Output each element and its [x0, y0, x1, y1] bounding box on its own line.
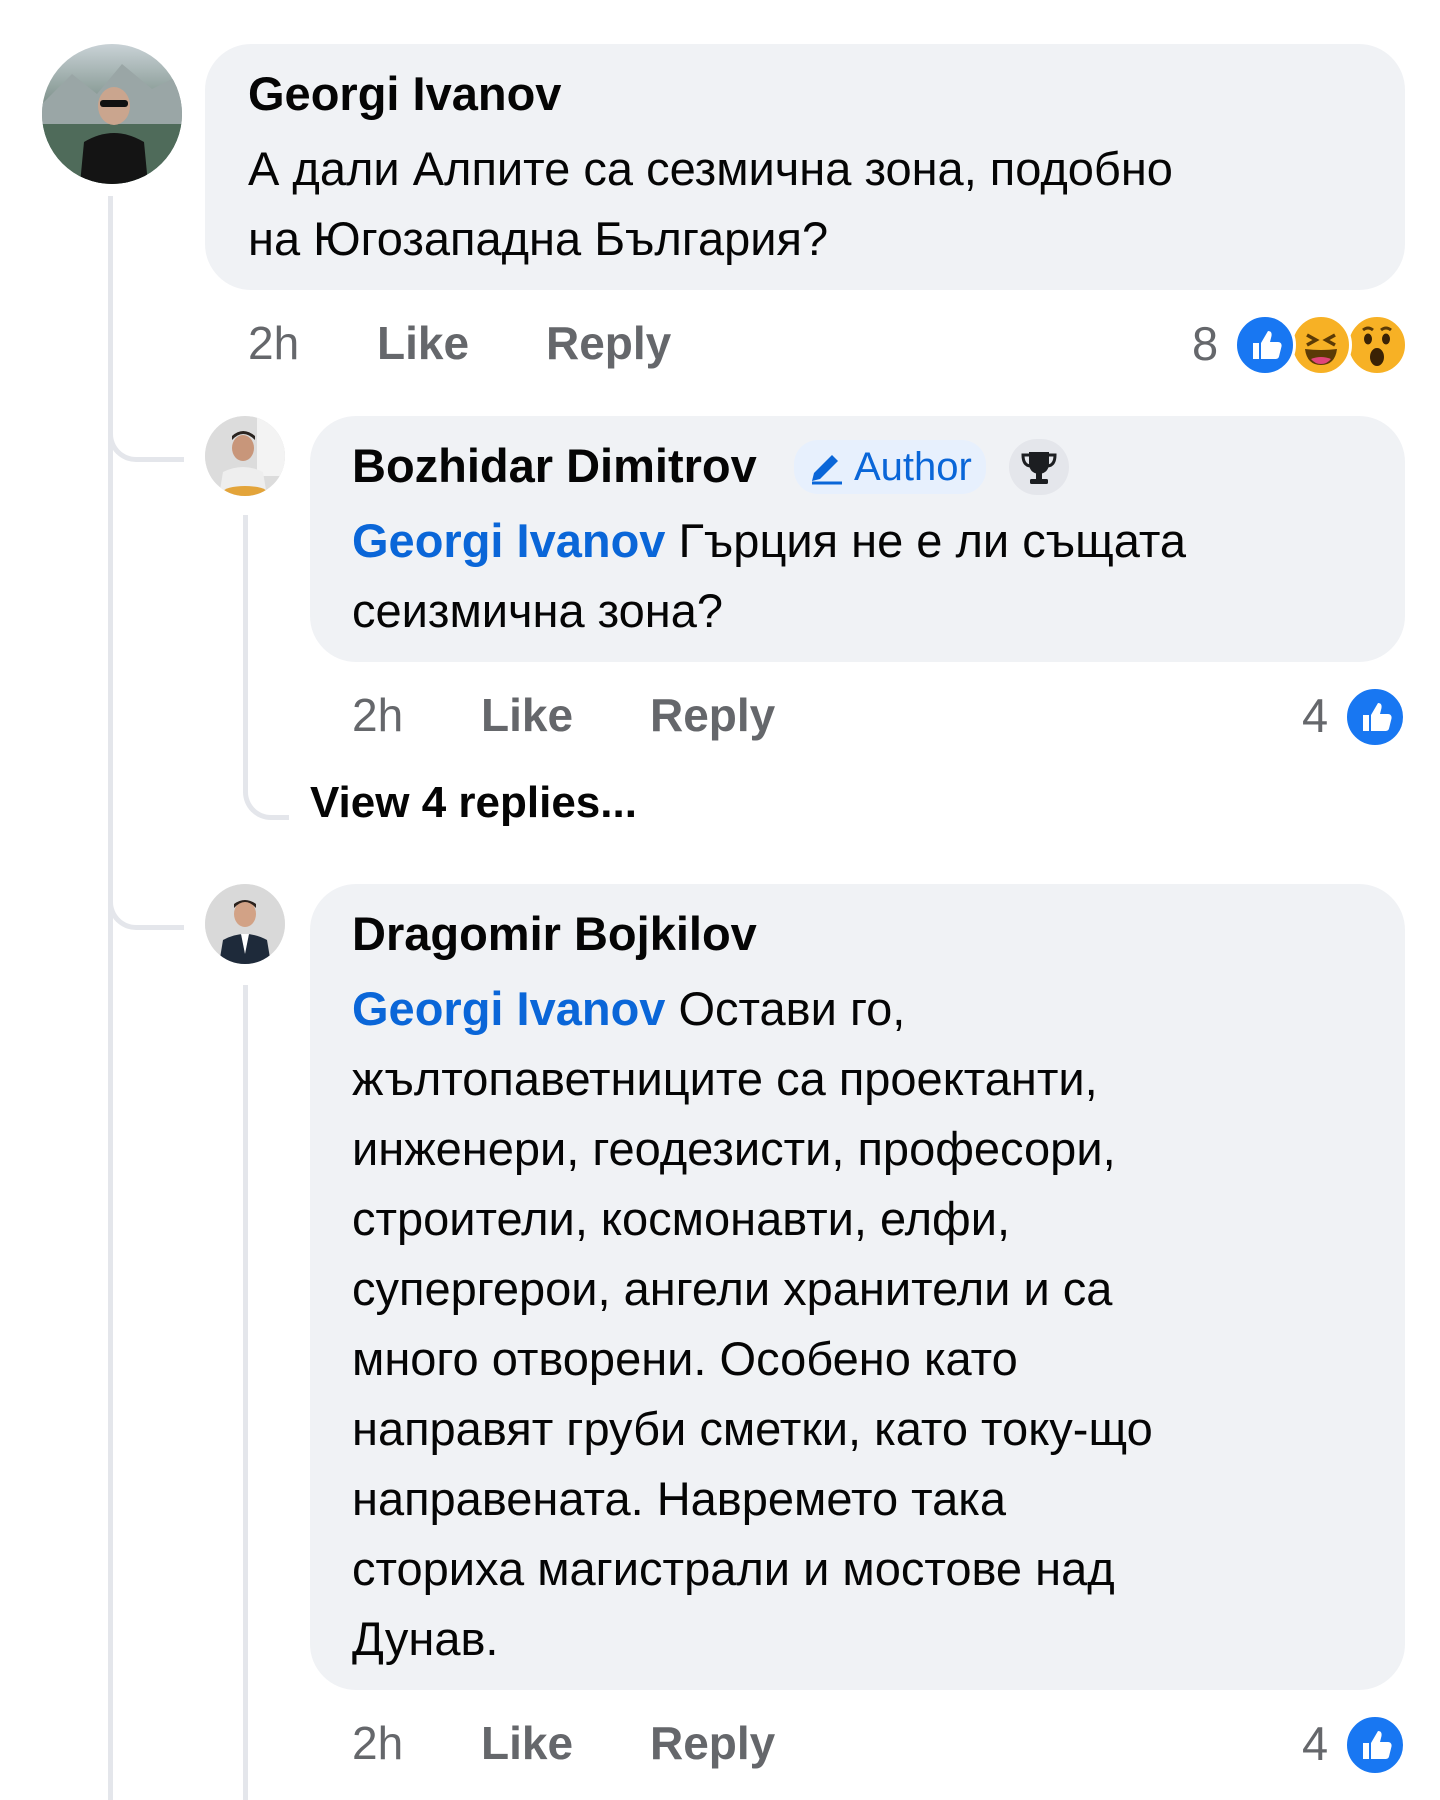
comment-author[interactable]: Dragomir Bojkilov	[352, 906, 757, 961]
like-button[interactable]: Like	[377, 316, 469, 370]
timestamp[interactable]: 2h	[352, 688, 403, 742]
comment-text-line: супергерои, ангели хранители и са	[352, 1262, 1113, 1315]
comment-text: Georgi Ivanov Остави го, жълтопаветницит…	[352, 974, 1392, 1674]
thread-line-reply-1	[243, 515, 248, 765]
comment-text-line: много отворени. Особено като	[352, 1332, 1018, 1385]
author-badge: Author	[794, 440, 986, 494]
avatar-photo-icon	[42, 44, 182, 184]
like-icon[interactable]	[1234, 314, 1296, 376]
thread-elbow-1	[108, 390, 184, 462]
comment-text: А дали Алпите са сезмична зона, подобно …	[248, 134, 1388, 274]
comment-text-line: инженери, геодезисти, професори,	[352, 1122, 1116, 1175]
pencil-icon	[812, 455, 842, 485]
comment-text-line: Дунав.	[352, 1612, 499, 1665]
view-replies-link[interactable]: View 4 replies...	[310, 778, 637, 828]
thread-elbow-view-replies	[243, 760, 289, 820]
thread-elbow-2	[108, 860, 184, 930]
reaction-count[interactable]: 4	[1302, 688, 1328, 743]
like-button[interactable]: Like	[481, 688, 573, 742]
wow-icon[interactable]	[1346, 314, 1408, 376]
comment-text-line: сеизмична зона?	[352, 584, 724, 637]
comment-author[interactable]: Bozhidar Dimitrov	[352, 438, 757, 493]
comment-text-line: строители, космонавти, елфи,	[352, 1192, 1011, 1245]
timestamp[interactable]: 2h	[352, 1716, 403, 1770]
timestamp[interactable]: 2h	[248, 316, 299, 370]
comment-text: Georgi Ivanov Гърция не е ли същата сеиз…	[352, 506, 1392, 646]
reaction-count[interactable]: 8	[1192, 316, 1218, 371]
reply-button[interactable]: Reply	[650, 688, 775, 742]
comment-text-line: Гърция не е ли същата	[665, 514, 1187, 567]
mention-link[interactable]: Georgi Ivanov	[352, 982, 665, 1035]
like-button[interactable]: Like	[481, 1716, 573, 1770]
reply-button[interactable]: Reply	[546, 316, 671, 370]
comment-author[interactable]: Georgi Ivanov	[248, 66, 561, 121]
avatar-photo-icon	[205, 884, 285, 964]
reply-button[interactable]: Reply	[650, 1716, 775, 1770]
comment-text-line: сториха магистрали и мостове над	[352, 1542, 1115, 1595]
haha-icon[interactable]	[1290, 314, 1352, 376]
comment-text-line: направената. Навремето така	[352, 1472, 1007, 1525]
comment-text-line: А дали Алпите са сезмична зона, подобно	[248, 142, 1173, 195]
avatar[interactable]	[205, 884, 285, 964]
comment-text-line: жълтопаветниците са проектанти,	[352, 1052, 1098, 1105]
mention-link[interactable]: Georgi Ivanov	[352, 514, 665, 567]
trophy-icon	[1021, 452, 1057, 484]
thread-line-reply-2	[243, 985, 248, 1800]
comment-text-line: Остави го,	[665, 982, 906, 1035]
top-fan-badge[interactable]	[1009, 439, 1069, 495]
reaction-count[interactable]: 4	[1302, 1716, 1328, 1771]
comment-text-line: направят груби сметки, като току-що	[352, 1402, 1153, 1455]
like-icon[interactable]	[1344, 686, 1406, 748]
comment-text-line: на Югозападна България?	[248, 212, 829, 265]
avatar-photo-icon	[205, 416, 285, 496]
avatar[interactable]	[42, 44, 182, 184]
author-badge-label: Author	[854, 444, 972, 489]
avatar[interactable]	[205, 416, 285, 496]
like-icon[interactable]	[1344, 1714, 1406, 1776]
